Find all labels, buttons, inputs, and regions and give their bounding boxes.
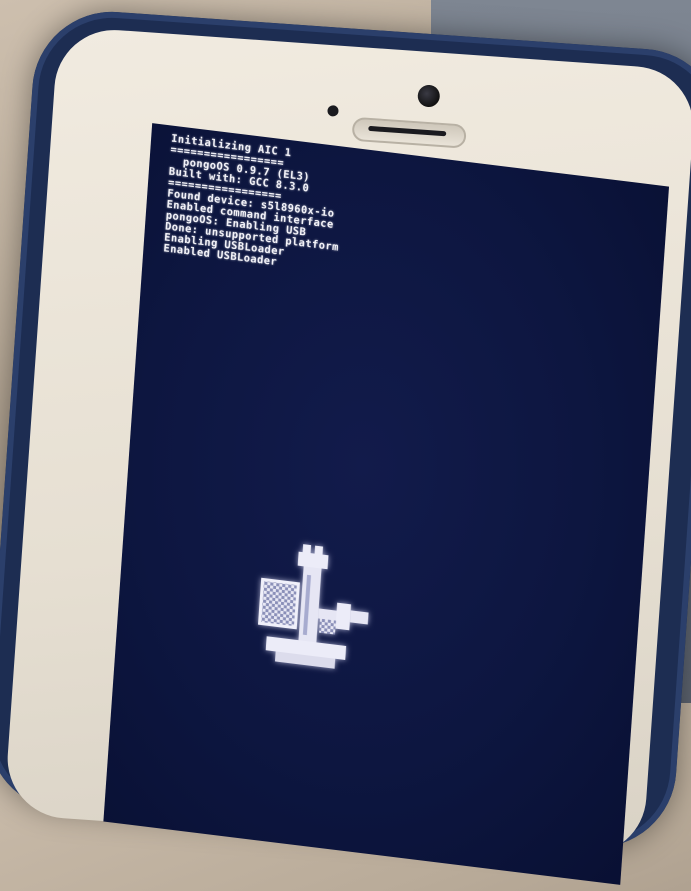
phone-face: Initializing AIC 1 ================= pon… [3, 26, 691, 885]
phone: Initializing AIC 1 ================= pon… [0, 6, 691, 885]
proximity-sensor-icon [327, 104, 339, 117]
earpiece-speaker-icon [351, 116, 467, 149]
phone-screen: Initializing AIC 1 ================= pon… [103, 123, 670, 885]
front-camera-icon [417, 84, 441, 108]
boot-log: Initializing AIC 1 ================= pon… [163, 133, 345, 276]
chess-rook-logo-icon [257, 544, 369, 669]
